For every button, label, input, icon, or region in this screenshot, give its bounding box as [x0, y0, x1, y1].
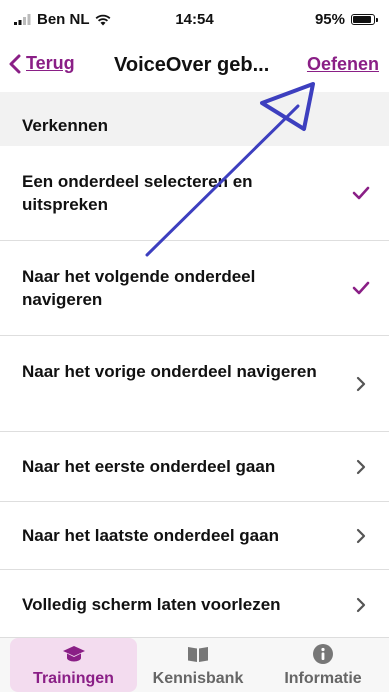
tab-label: Informatie — [284, 670, 362, 687]
list-item[interactable]: Naar het vorige onderdeel navigeren — [0, 336, 389, 432]
checkmark-icon — [351, 278, 371, 298]
list-item-label: Een onderdeel selecteren en uitspreken — [22, 172, 253, 214]
list-item[interactable]: Naar het volgende onderdeel navigeren — [0, 241, 389, 336]
graduation-cap-icon — [62, 643, 86, 665]
tab-trainingen[interactable]: Trainingen — [10, 638, 137, 692]
back-button[interactable]: Terug — [8, 53, 75, 74]
list-item[interactable]: Een onderdeel selecteren en uitspreken — [0, 146, 389, 241]
list-item-label: Naar het laatste onderdeel gaan — [22, 526, 279, 545]
info-icon — [312, 643, 334, 665]
book-icon — [186, 643, 210, 665]
battery-icon — [351, 14, 378, 25]
back-button-label: Terug — [26, 53, 75, 73]
content-area: Verkennen Een onderdeel selecteren en ui… — [0, 92, 389, 640]
lesson-list: Een onderdeel selecteren en uitspreken N… — [0, 146, 389, 640]
chevron-right-icon — [351, 595, 371, 615]
chevron-right-icon — [351, 457, 371, 477]
tab-label: Trainingen — [33, 670, 114, 687]
list-item-label: Naar het eerste onderdeel gaan — [22, 457, 276, 476]
navigation-bar: Terug VoiceOver geb... Oefenen — [0, 40, 389, 93]
tab-bar: Trainingen Kennisbank Informatie — [0, 637, 389, 692]
status-bar: Ben NL 14:54 95% — [0, 0, 389, 40]
checkmark-icon — [351, 183, 371, 203]
tab-label: Kennisbank — [152, 670, 244, 687]
tab-kennisbank[interactable]: Kennisbank — [138, 638, 258, 692]
page-title: VoiceOver geb... — [114, 54, 270, 76]
list-item[interactable]: Volledig scherm laten voorlezen — [0, 570, 389, 640]
list-item[interactable]: Naar het laatste onderdeel gaan — [0, 502, 389, 570]
chevron-left-icon — [9, 54, 21, 73]
tab-informatie[interactable]: Informatie — [262, 638, 384, 692]
section-title: Verkennen — [22, 116, 108, 135]
battery-percentage: 95% — [314, 11, 345, 28]
chevron-right-icon — [351, 526, 371, 546]
section-header: Verkennen — [0, 92, 389, 147]
list-item[interactable]: Naar het eerste onderdeel gaan — [0, 432, 389, 502]
list-item-label: Naar het vorige onderdeel navigeren — [22, 362, 317, 381]
practice-button[interactable]: Oefenen — [307, 54, 379, 75]
battery-status: 95% — [314, 11, 378, 28]
list-item-label: Volledig scherm laten voorlezen — [22, 595, 281, 614]
chevron-right-icon — [351, 374, 371, 394]
list-item-label: Naar het volgende onderdeel navigeren — [22, 267, 256, 309]
